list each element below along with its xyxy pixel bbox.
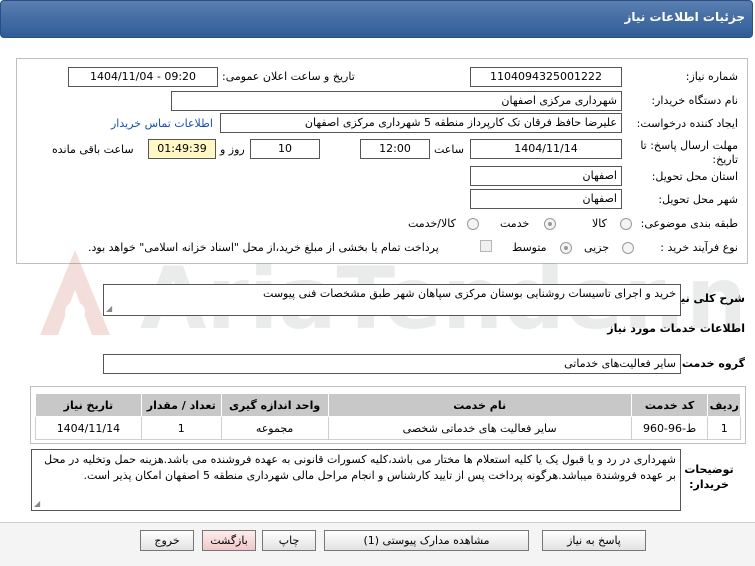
description-field[interactable]: خرید و اجرای تاسیسات روشنایی بوستان مرکز…	[103, 284, 681, 316]
col-header-unit: واحد اندازه گیری	[220, 393, 329, 417]
category-option-service: خدمت	[500, 217, 530, 230]
description-text: خرید و اجرای تاسیسات روشنایی بوستان مرکز…	[263, 287, 676, 300]
creator-field: علیرضا حافظ فرقان تک کارپرداز منطقه 5 شه…	[220, 113, 622, 133]
category-radio-service[interactable]	[544, 218, 556, 230]
buyer-notes-label: توضیحات خریدار:	[684, 463, 734, 491]
remaining-time-field: 01:49:39	[148, 139, 216, 159]
cell-unit: مجموعه	[220, 416, 329, 440]
page-title: جزئیات اطلاعات نیاز	[624, 10, 745, 24]
view-attachments-button[interactable]: مشاهده مدارک پیوستی (1)	[324, 530, 529, 551]
table-header-row: ردیف کد خدمت نام خدمت واحد اندازه گیری ت…	[35, 393, 741, 417]
need-number-label: شماره نیاز:	[685, 70, 738, 83]
col-header-need-date: تاریخ نیاز	[35, 393, 142, 417]
time-label: ساعت	[434, 143, 464, 156]
category-label: طبقه بندی موضوعی:	[640, 217, 738, 230]
cell-service-code: ط-96-960	[630, 416, 709, 440]
service-group-field: سایر فعالیت‌های خدماتی	[103, 354, 681, 374]
days-field: 10	[250, 139, 320, 159]
category-radio-goods-service[interactable]	[467, 218, 479, 230]
services-section-title: اطلاعات خدمات مورد نیاز	[607, 322, 745, 335]
days-label: روز و	[220, 143, 245, 156]
reply-button[interactable]: پاسخ به نیاز	[542, 530, 646, 551]
cell-need-date: 1404/11/14	[35, 416, 142, 440]
category-option-goods: کالا	[592, 217, 607, 230]
announce-field: 1404/11/04 - 09:20	[68, 67, 218, 87]
buyer-org-field: شهرداری مرکزی اصفهان	[171, 91, 622, 111]
print-button[interactable]: چاپ	[262, 530, 316, 551]
contact-buyer-link[interactable]: اطلاعات تماس خریدار	[111, 117, 213, 130]
service-group-label: گروه خدمت:	[677, 357, 745, 370]
exit-button[interactable]: خروج	[140, 530, 194, 551]
buyer-notes-text: شهرداری در رد و یا قبول یک یا کلیه استعل…	[44, 453, 676, 482]
col-header-row-no: ردیف	[707, 393, 741, 417]
city-label: شهر محل تحویل:	[658, 193, 738, 206]
buyer-notes-field[interactable]: شهرداری در رد و یا قبول یک یا کلیه استعل…	[31, 449, 681, 511]
category-radio-goods[interactable]	[620, 218, 632, 230]
cell-row-no: 1	[707, 416, 741, 440]
table-row: 1 ط-96-960 سایر فعالیت های خدماتی شخصی م…	[35, 416, 741, 440]
city-field: اصفهان	[470, 189, 622, 209]
need-number-field: 1104094325001222	[470, 67, 622, 87]
province-label: استان محل تحویل:	[651, 170, 738, 183]
services-table: ردیف کد خدمت نام خدمت واحد اندازه گیری ت…	[35, 393, 741, 440]
resize-grip-icon[interactable]: ◢	[34, 500, 40, 508]
remaining-label: ساعت باقی مانده	[52, 143, 134, 156]
creator-label: ایجاد کننده درخواست:	[636, 117, 738, 130]
deadline-time-field[interactable]: 12:00	[360, 139, 430, 159]
province-field: اصفهان	[470, 166, 622, 186]
deadline-date-field[interactable]: 1404/11/14	[470, 139, 622, 159]
resize-grip-icon[interactable]: ◢	[106, 305, 112, 313]
cell-quantity: 1	[140, 416, 222, 440]
back-button[interactable]: بازگشت	[202, 530, 256, 551]
col-header-service-name: نام خدمت	[327, 393, 632, 417]
buyer-org-label: نام دستگاه خریدار:	[651, 94, 738, 107]
category-option-goods-service: کالا/خدمت	[408, 217, 456, 230]
cell-service-name: سایر فعالیت های خدماتی شخصی	[327, 416, 632, 440]
announce-label: تاریخ و ساعت اعلان عمومی:	[222, 70, 355, 83]
deadline-label: مهلت ارسال پاسخ: تا تاریخ:	[640, 139, 738, 166]
col-header-service-code: کد خدمت	[630, 393, 709, 417]
col-header-quantity: تعداد / مقدار	[140, 393, 222, 417]
